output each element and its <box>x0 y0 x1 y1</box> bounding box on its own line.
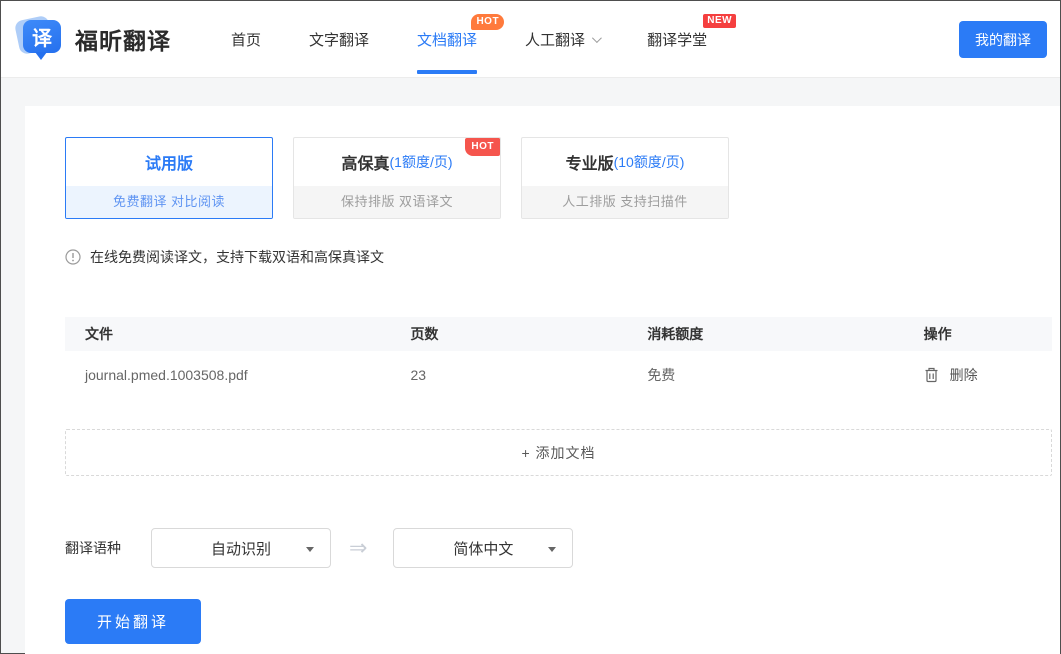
caret-down-icon <box>548 547 556 552</box>
notice-row: 在线免费阅读译文，支持下载双语和高保真译文 <box>65 247 1052 267</box>
plan-card-high-fidelity[interactable]: 高保真(1额度/页) 保持排版 双语译文 HOT <box>293 137 501 219</box>
new-badge: NEW <box>703 14 736 28</box>
header-quota: 消耗额度 <box>647 324 923 344</box>
nav-item-translate-academy[interactable]: 翻译学堂 NEW <box>647 1 707 78</box>
direction-arrow-icon: ⇒ <box>349 537 367 559</box>
plan-title: 试用版 <box>145 150 193 174</box>
nav-item-home[interactable]: 首页 <box>231 1 261 78</box>
hot-badge: HOT <box>465 138 500 156</box>
info-icon <box>65 249 81 265</box>
header-file: 文件 <box>65 324 410 344</box>
cell-file-name: journal.pmed.1003508.pdf <box>65 367 410 383</box>
target-language-select[interactable]: 简体中文 <box>393 528 573 568</box>
language-row: 翻译语种 自动识别 ⇒ 简体中文 <box>65 528 1052 568</box>
header-pages: 页数 <box>410 324 647 344</box>
main-nav: 首页 文字翻译 文档翻译 HOT 人工翻译 翻译学堂 NEW <box>207 1 731 78</box>
my-translations-button[interactable]: 我的翻译 <box>959 21 1047 58</box>
brand-logo[interactable]: 译 福昕翻译 <box>15 14 171 64</box>
cell-page-count: 23 <box>410 367 647 383</box>
add-document-dropzone[interactable]: + 添加文档 <box>65 429 1052 476</box>
target-language-value: 简体中文 <box>453 538 513 559</box>
plan-subtitle: 人工排版 支持扫描件 <box>522 186 728 218</box>
table-row: journal.pmed.1003508.pdf 23 免费 删除 <box>65 351 1052 399</box>
plan-selector: 试用版 免费翻译 对比阅读 高保真(1额度/页) 保持排版 双语译文 HOT 专… <box>65 137 1052 219</box>
nav-item-text-translate[interactable]: 文字翻译 <box>309 1 369 78</box>
cell-quota: 免费 <box>647 365 923 385</box>
logo-char: 译 <box>23 20 61 53</box>
trash-icon <box>924 367 939 383</box>
nav-item-document-translate[interactable]: 文档翻译 HOT <box>417 1 477 78</box>
hot-badge: HOT <box>471 14 504 30</box>
file-table: 文件 页数 消耗额度 操作 journal.pmed.1003508.pdf 2… <box>65 317 1052 399</box>
plan-subtitle: 免费翻译 对比阅读 <box>66 186 272 218</box>
nav-item-human-translate[interactable]: 人工翻译 <box>525 1 599 78</box>
page-background: 试用版 免费翻译 对比阅读 高保真(1额度/页) 保持排版 双语译文 HOT 专… <box>1 78 1060 654</box>
plan-price: (10额度/页) <box>614 152 685 172</box>
table-header: 文件 页数 消耗额度 操作 <box>65 317 1052 351</box>
brand-logo-icon: 译 <box>15 14 65 64</box>
header-action: 操作 <box>924 324 1052 344</box>
nav-item-label: 人工翻译 <box>525 29 585 50</box>
source-language-value: 自动识别 <box>211 538 271 559</box>
source-language-select[interactable]: 自动识别 <box>151 528 331 568</box>
plan-title: 高保真 <box>341 150 389 174</box>
nav-item-label: 文档翻译 <box>417 29 477 50</box>
delete-file-button[interactable]: 删除 <box>924 365 1052 385</box>
notice-text: 在线免费阅读译文，支持下载双语和高保真译文 <box>90 247 384 267</box>
nav-item-label: 首页 <box>231 29 261 50</box>
delete-label: 删除 <box>950 365 978 385</box>
plan-title: 专业版 <box>566 150 614 174</box>
top-navbar: 译 福昕翻译 首页 文字翻译 文档翻译 HOT 人工翻译 翻译学堂 NEW 我的… <box>1 1 1060 78</box>
language-label: 翻译语种 <box>65 538 121 558</box>
chevron-down-icon <box>592 33 602 43</box>
plan-card-trial[interactable]: 试用版 免费翻译 对比阅读 <box>65 137 273 219</box>
plan-price: (1额度/页) <box>390 152 453 172</box>
caret-down-icon <box>306 547 314 552</box>
plan-card-professional[interactable]: 专业版(10额度/页) 人工排版 支持扫描件 <box>521 137 729 219</box>
nav-item-label: 文字翻译 <box>309 29 369 50</box>
nav-item-label: 翻译学堂 <box>647 29 707 50</box>
content-panel: 试用版 免费翻译 对比阅读 高保真(1额度/页) 保持排版 双语译文 HOT 专… <box>25 106 1060 654</box>
start-translate-button[interactable]: 开始翻译 <box>65 599 201 644</box>
brand-name: 福昕翻译 <box>75 22 171 56</box>
plan-subtitle: 保持排版 双语译文 <box>294 186 500 218</box>
